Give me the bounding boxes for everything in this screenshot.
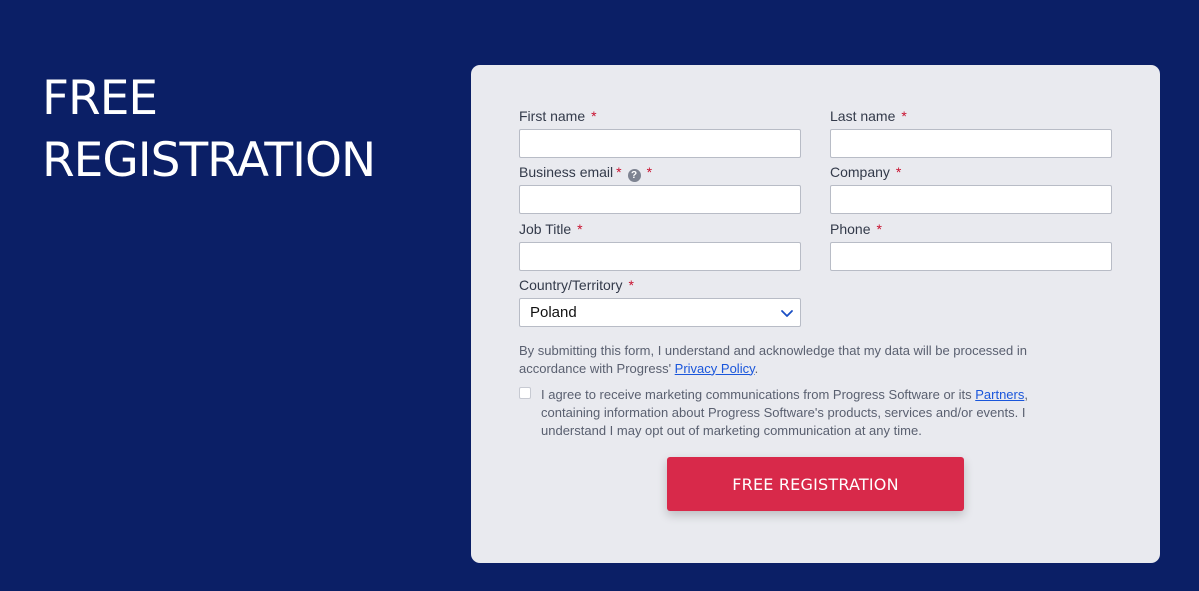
business-email-input[interactable]	[519, 185, 801, 214]
privacy-policy-link[interactable]: Privacy Policy	[675, 361, 755, 376]
marketing-consent-text: I agree to receive marketing communicati…	[541, 387, 1028, 438]
required-marker: *	[646, 164, 653, 180]
required-marker: *	[577, 221, 583, 237]
company-field: Company *	[830, 163, 1112, 214]
company-input[interactable]	[830, 185, 1112, 214]
country-label: Country/Territory *	[519, 277, 634, 293]
job-title-label: Job Title *	[519, 221, 583, 237]
last-name-field: Last name *	[830, 107, 1112, 158]
partners-link[interactable]: Partners	[975, 387, 1024, 402]
business-email-label: Business email *? *	[519, 164, 653, 182]
first-name-label: First name *	[519, 108, 597, 124]
required-marker: *	[628, 277, 634, 293]
required-marker: *	[876, 221, 882, 237]
chevron-down-icon	[781, 310, 793, 317]
marketing-consent-checkbox[interactable]	[519, 387, 531, 399]
required-marker: *	[591, 108, 597, 124]
page-title-line1: FREE	[42, 71, 158, 126]
last-name-input[interactable]	[830, 129, 1112, 158]
business-email-field: Business email *? *	[519, 163, 801, 214]
company-label: Company *	[830, 164, 902, 180]
phone-field: Phone *	[830, 220, 1112, 271]
required-marker: *	[895, 164, 902, 180]
country-select[interactable]: Poland	[519, 298, 801, 327]
phone-label: Phone *	[830, 221, 882, 237]
country-selected-value: Poland	[530, 304, 577, 321]
last-name-label: Last name *	[830, 108, 907, 124]
first-name-field: First name *	[519, 107, 801, 158]
first-name-input[interactable]	[519, 129, 801, 158]
help-icon[interactable]: ?	[627, 169, 641, 182]
required-marker: *	[616, 164, 622, 180]
job-title-field: Job Title *	[519, 220, 801, 271]
privacy-consent-text: By submitting this form, I understand an…	[519, 343, 1027, 376]
registration-form-card: First name * Last name * Business email *? *…	[471, 65, 1160, 563]
page-title: FREE REGISTRATION	[42, 68, 422, 192]
job-title-input[interactable]	[519, 242, 801, 271]
country-field: Country/Territory * Poland	[519, 276, 801, 327]
phone-input[interactable]	[830, 242, 1112, 271]
free-registration-button[interactable]: FREE REGISTRATION	[667, 457, 964, 511]
required-marker: *	[901, 108, 907, 124]
page-title-line2: REGISTRATION	[42, 133, 376, 188]
